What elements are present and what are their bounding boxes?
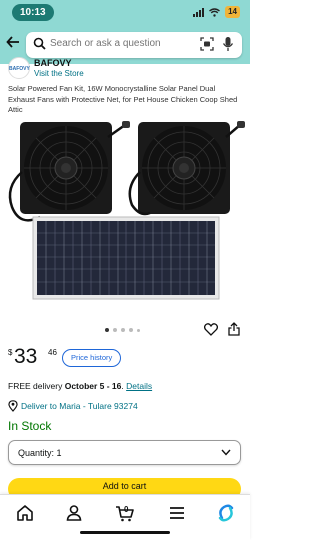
delivery-prefix: FREE delivery — [8, 381, 63, 391]
carousel-dot[interactable] — [105, 328, 109, 332]
battery-indicator: 14 — [225, 6, 240, 18]
carousel-dot[interactable] — [129, 328, 133, 332]
product-title: Solar Powered Fan Kit, 16W Monocrystalli… — [8, 84, 238, 114]
location-text[interactable]: Deliver to Maria - Tulare 93274 — [21, 401, 138, 411]
heart-icon[interactable] — [204, 323, 218, 336]
product-image[interactable] — [0, 117, 250, 322]
carousel-dot[interactable] — [113, 328, 117, 332]
home-icon[interactable] — [13, 501, 37, 525]
search-input[interactable] — [50, 38, 190, 49]
price-whole: 33 — [14, 345, 38, 368]
cart-count: 0 — [124, 505, 129, 514]
status-time: 10:13 — [12, 4, 54, 21]
account-icon[interactable] — [62, 501, 86, 525]
chevron-down-icon — [221, 449, 231, 456]
price-symbol: $ — [8, 348, 13, 357]
camera-scan-icon[interactable] — [200, 37, 214, 51]
share-icon[interactable] — [228, 322, 240, 336]
image-carousel-dots[interactable] — [105, 328, 140, 332]
search-bar[interactable] — [26, 32, 242, 58]
brand-logo[interactable]: BAFOVY — [8, 57, 30, 79]
fan-right-image — [128, 121, 245, 216]
back-arrow-icon[interactable] — [6, 35, 20, 54]
price-fraction: 46 — [48, 348, 57, 357]
quantity-label: Quantity: 1 — [18, 448, 62, 458]
visit-store-link[interactable]: Visit the Store — [34, 69, 84, 78]
menu-icon[interactable] — [165, 501, 189, 525]
search-icon — [33, 37, 46, 50]
bottom-navigation: 0 — [0, 494, 250, 540]
stock-status: In Stock — [8, 419, 52, 433]
status-icons: 14 — [193, 6, 240, 18]
quantity-selector[interactable]: Quantity: 1 — [8, 440, 241, 465]
brand-name: BAFOVY — [34, 58, 72, 68]
wifi-icon — [209, 7, 221, 17]
home-indicator — [80, 531, 170, 534]
carousel-dot[interactable] — [137, 328, 140, 332]
delivery-info: FREE delivery October 5 - 16. Details — [8, 381, 152, 391]
delivery-dates: October 5 - 16 — [64, 381, 122, 391]
price-history-button[interactable]: Price history — [62, 349, 122, 367]
rufus-icon[interactable] — [214, 501, 238, 525]
details-link[interactable]: Details — [126, 381, 152, 391]
solar-panel-image — [32, 216, 220, 300]
microphone-icon[interactable] — [222, 36, 234, 52]
status-bar: 10:13 14 — [0, 0, 250, 26]
fan-left-image — [8, 121, 130, 222]
location-pin-icon — [8, 400, 18, 412]
carousel-dot[interactable] — [121, 328, 125, 332]
cart-nav-item[interactable]: 0 — [113, 501, 137, 525]
add-to-cart-label: Add to cart — [102, 481, 147, 491]
signal-icon — [193, 7, 205, 17]
